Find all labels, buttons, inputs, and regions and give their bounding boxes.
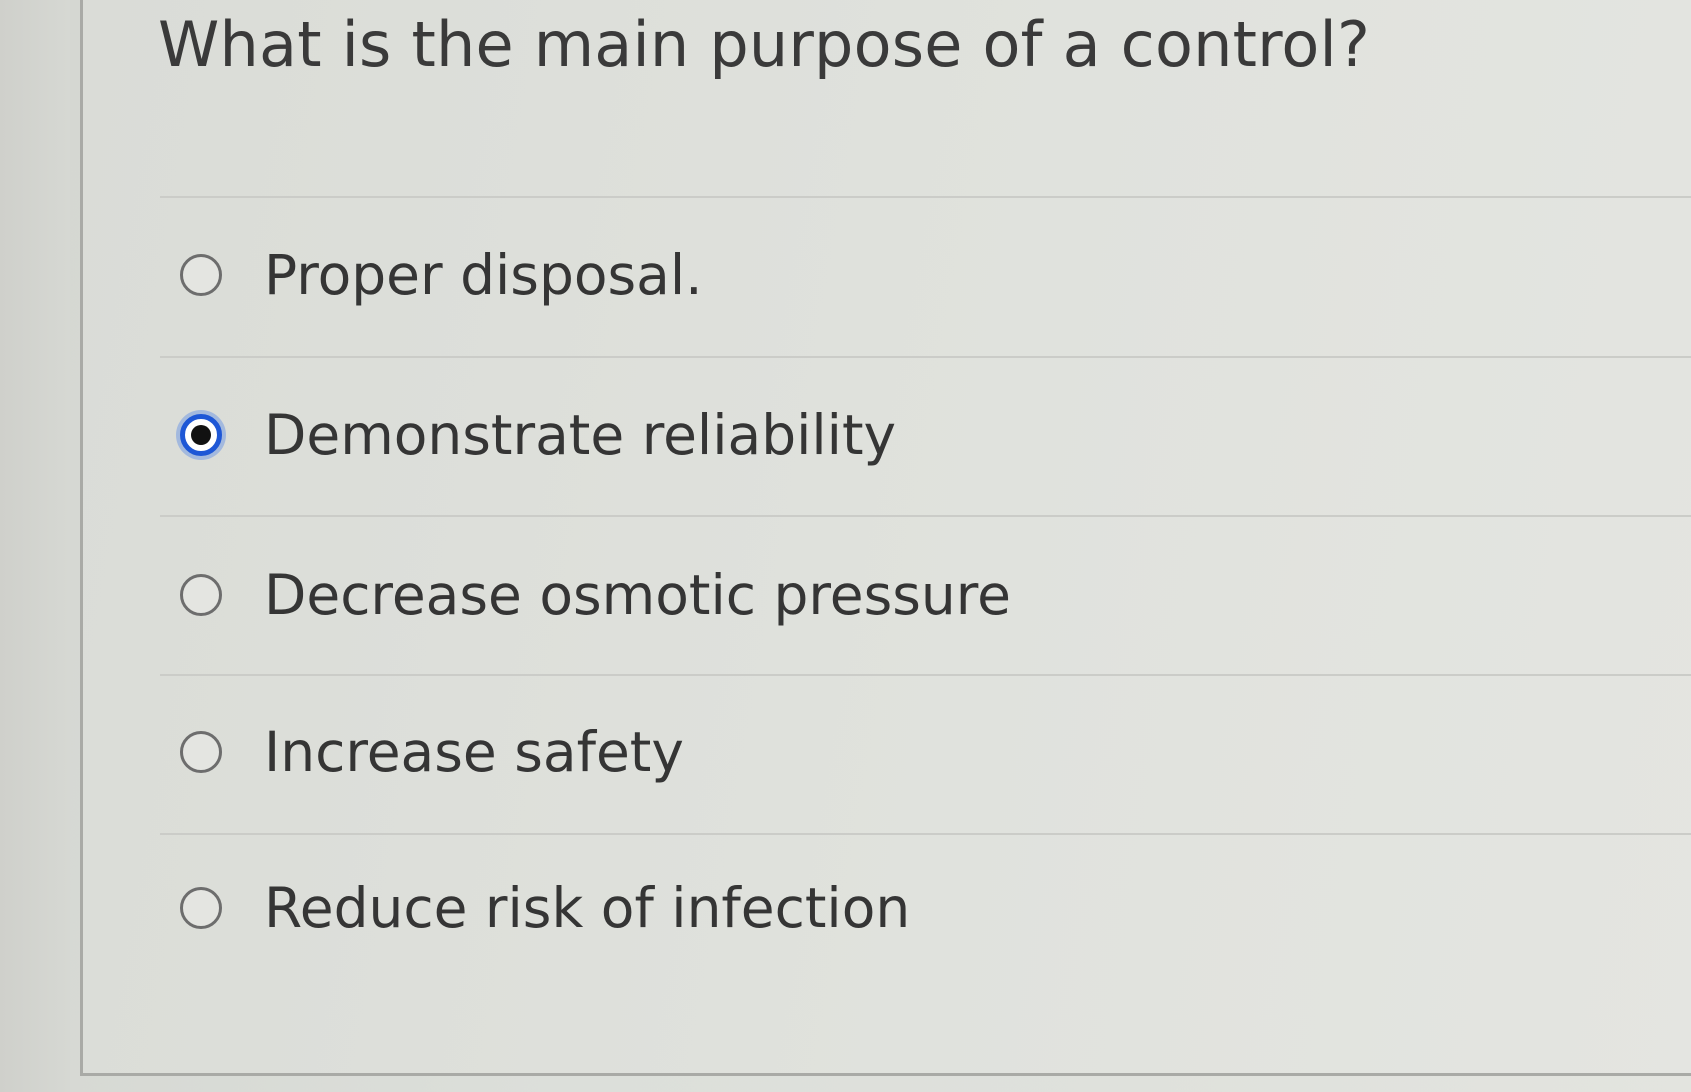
- answer-option-proper-disposal[interactable]: Proper disposal.: [180, 235, 703, 315]
- radio-unselected-icon[interactable]: [180, 887, 222, 929]
- radio-unselected-icon[interactable]: [180, 574, 222, 616]
- answer-option-label: Proper disposal.: [264, 243, 703, 307]
- radio-unselected-icon[interactable]: [180, 254, 222, 296]
- radio-selected-icon[interactable]: [180, 414, 222, 456]
- screen-bezel-edge: [0, 0, 70, 1092]
- divider: [160, 833, 1691, 835]
- answer-option-label: Decrease osmotic pressure: [264, 563, 1012, 627]
- radio-unselected-icon[interactable]: [180, 731, 222, 773]
- divider: [160, 515, 1691, 517]
- answer-option-label: Increase safety: [264, 720, 684, 784]
- answer-option-demonstrate-reliability[interactable]: Demonstrate reliability: [180, 395, 896, 475]
- divider: [160, 196, 1691, 198]
- radio-dot-icon: [191, 425, 211, 445]
- answer-option-label: Reduce risk of infection: [264, 876, 911, 940]
- divider: [160, 356, 1691, 358]
- answer-option-reduce-risk-of-infection[interactable]: Reduce risk of infection: [180, 868, 910, 948]
- divider: [160, 674, 1691, 676]
- answer-option-label: Demonstrate reliability: [264, 403, 897, 467]
- answer-option-increase-safety[interactable]: Increase safety: [180, 712, 684, 792]
- answer-option-decrease-osmotic-pressure[interactable]: Decrease osmotic pressure: [180, 555, 1011, 635]
- question-text: What is the main purpose of a control?: [158, 8, 1371, 81]
